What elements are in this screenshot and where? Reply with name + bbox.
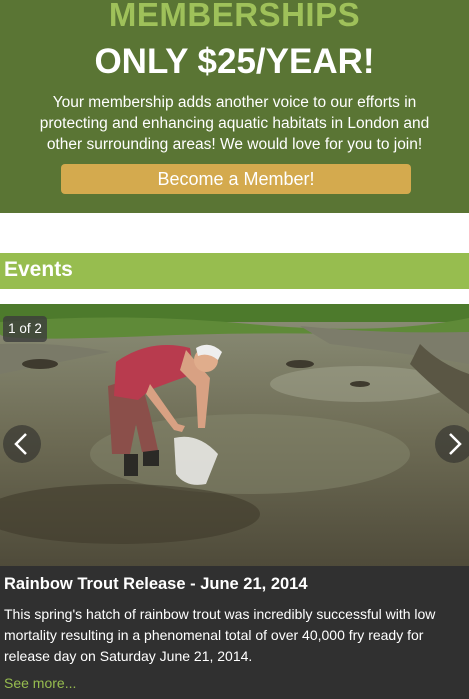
membership-banner: MEMBERSHIPS ONLY $25/YEAR! Your membersh… [0,0,469,213]
event-slideshow[interactable]: 1 of 2 [0,304,469,566]
event-title: Rainbow Trout Release - June 21, 2014 [4,575,308,593]
see-more-link[interactable]: See more... [4,675,76,691]
membership-price: ONLY $25/YEAR! [94,42,375,81]
membership-description: Your membership adds another voice to ou… [39,94,430,153]
previous-slide-button[interactable] [3,425,41,463]
event-caption: Rainbow Trout Release - June 21, 2014 Th… [0,566,469,699]
chevron-right-icon [449,433,462,455]
chevron-left-icon [14,433,27,455]
membership-heading: MEMBERSHIPS [108,0,361,33]
event-description: This spring's hatch of rainbow trout was… [4,606,436,664]
events-section-header: Events [0,253,469,289]
slide-counter: 1 of 2 [3,316,47,342]
become-member-button[interactable]: Become a Member! [61,164,411,194]
event-photo [0,304,469,566]
events-title: Events [4,258,73,281]
next-slide-button[interactable] [435,425,469,463]
